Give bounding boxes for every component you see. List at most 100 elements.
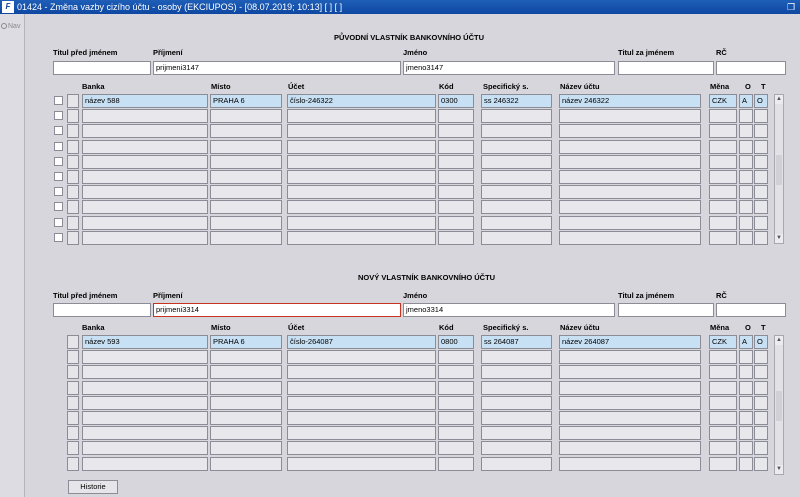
cell-o[interactable]: [739, 411, 753, 425]
cell-nazev[interactable]: [559, 230, 701, 245]
cell-nazev[interactable]: [559, 215, 701, 230]
cell-specificky[interactable]: [481, 426, 552, 441]
cell-kod[interactable]: [438, 139, 474, 154]
row-indicator[interactable]: [67, 441, 79, 456]
cell-t[interactable]: [754, 350, 768, 365]
cell-t[interactable]: [754, 124, 768, 139]
cell-banka[interactable]: [82, 170, 208, 184]
cell-banka[interactable]: [82, 139, 208, 154]
cell-t[interactable]: [754, 230, 768, 245]
row-checkbox[interactable]: [54, 156, 63, 166]
cell-nazev[interactable]: název 246322: [559, 94, 701, 108]
cell-t[interactable]: [754, 139, 768, 154]
cell-mena[interactable]: [709, 456, 737, 471]
cell-kod[interactable]: [438, 200, 474, 215]
cell-misto[interactable]: [210, 185, 282, 200]
cell-ucet[interactable]: [287, 411, 436, 425]
row-indicator[interactable]: [67, 411, 79, 425]
cell-misto[interactable]: [210, 170, 282, 184]
row-indicator[interactable]: [67, 124, 79, 139]
cell-banka[interactable]: [82, 365, 208, 380]
cell-o[interactable]: [739, 170, 753, 184]
cell-mena[interactable]: [709, 365, 737, 380]
original-jmeno-field[interactable]: jmeno3147: [403, 61, 615, 75]
cell-specificky[interactable]: [481, 441, 552, 456]
cell-banka[interactable]: [82, 185, 208, 200]
row-indicator[interactable]: [67, 395, 79, 410]
cell-nazev[interactable]: [559, 170, 701, 184]
cell-o[interactable]: [739, 215, 753, 230]
row-indicator[interactable]: [67, 154, 79, 169]
new-jmeno-field[interactable]: jmeno3314: [403, 303, 615, 317]
cell-kod[interactable]: 0300: [438, 94, 474, 108]
cell-kod[interactable]: [438, 441, 474, 456]
cell-ucet[interactable]: [287, 426, 436, 441]
row-checkbox[interactable]: [54, 217, 63, 227]
cell-nazev[interactable]: název 264087: [559, 335, 701, 349]
cell-misto[interactable]: [210, 109, 282, 124]
cell-t[interactable]: [754, 215, 768, 230]
cell-o[interactable]: A: [739, 335, 753, 349]
cell-kod[interactable]: [438, 395, 474, 410]
cell-t[interactable]: [754, 456, 768, 471]
cell-specificky[interactable]: [481, 395, 552, 410]
cell-misto[interactable]: PRAHA 6: [210, 94, 282, 108]
row-indicator[interactable]: [67, 365, 79, 380]
cell-banka[interactable]: [82, 230, 208, 245]
new-titul-za-field[interactable]: [618, 303, 714, 317]
cell-nazev[interactable]: [559, 411, 701, 425]
cell-specificky[interactable]: [481, 380, 552, 395]
cell-t[interactable]: [754, 426, 768, 441]
cell-nazev[interactable]: [559, 109, 701, 124]
cell-banka[interactable]: název 593: [82, 335, 208, 349]
cell-ucet[interactable]: [287, 170, 436, 184]
scroll-up-icon[interactable]: ▲: [775, 336, 783, 345]
cell-o[interactable]: [739, 350, 753, 365]
row-indicator[interactable]: [67, 380, 79, 395]
cell-nazev[interactable]: [559, 441, 701, 456]
cell-kod[interactable]: 0800: [438, 335, 474, 349]
cell-nazev[interactable]: [559, 350, 701, 365]
cell-ucet[interactable]: [287, 124, 436, 139]
row-indicator[interactable]: [67, 94, 79, 108]
cell-banka[interactable]: [82, 215, 208, 230]
cell-mena[interactable]: CZK: [709, 335, 737, 349]
cell-misto[interactable]: [210, 350, 282, 365]
cell-ucet[interactable]: [287, 200, 436, 215]
cell-banka[interactable]: [82, 350, 208, 365]
row-indicator[interactable]: [67, 215, 79, 230]
cell-misto[interactable]: [210, 200, 282, 215]
cell-t[interactable]: [754, 365, 768, 380]
cell-specificky[interactable]: ss 246322: [481, 94, 552, 108]
cell-banka[interactable]: název 588: [82, 94, 208, 108]
cell-o[interactable]: [739, 456, 753, 471]
cell-specificky[interactable]: [481, 456, 552, 471]
cell-specificky[interactable]: [481, 124, 552, 139]
cell-o[interactable]: [739, 124, 753, 139]
cell-specificky[interactable]: [481, 215, 552, 230]
cell-o[interactable]: [739, 441, 753, 456]
cell-banka[interactable]: [82, 411, 208, 425]
cell-nazev[interactable]: [559, 426, 701, 441]
row-indicator[interactable]: [67, 139, 79, 154]
cell-o[interactable]: [739, 185, 753, 200]
cell-ucet[interactable]: [287, 350, 436, 365]
cell-kod[interactable]: [438, 154, 474, 169]
cell-nazev[interactable]: [559, 395, 701, 410]
cell-banka[interactable]: [82, 426, 208, 441]
cell-misto[interactable]: [210, 441, 282, 456]
cell-specificky[interactable]: [481, 200, 552, 215]
cell-misto[interactable]: [210, 426, 282, 441]
row-checkbox[interactable]: [54, 111, 63, 121]
cell-banka[interactable]: [82, 154, 208, 169]
cell-t[interactable]: [754, 185, 768, 200]
cell-o[interactable]: [739, 380, 753, 395]
cell-mena[interactable]: [709, 350, 737, 365]
scroll-down-icon[interactable]: ▼: [775, 465, 783, 474]
cell-ucet[interactable]: [287, 109, 436, 124]
cell-banka[interactable]: [82, 380, 208, 395]
new-rc-field[interactable]: [716, 303, 786, 317]
cell-banka[interactable]: [82, 200, 208, 215]
cell-misto[interactable]: [210, 139, 282, 154]
cell-kod[interactable]: [438, 124, 474, 139]
